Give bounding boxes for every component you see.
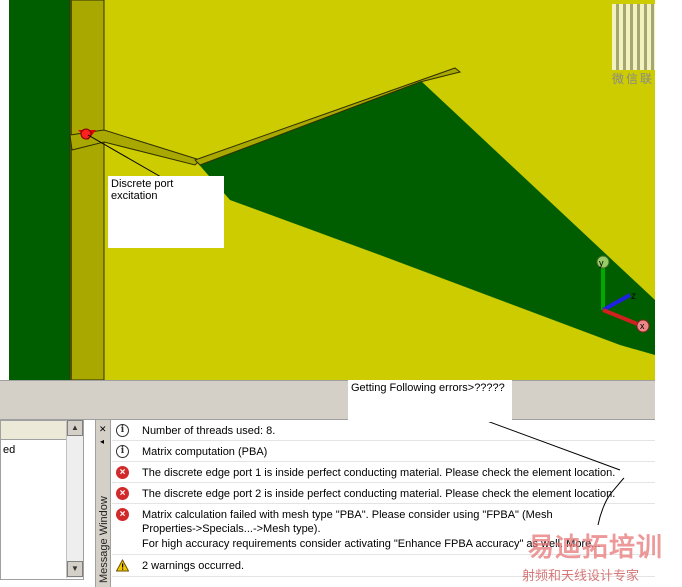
annotation-errors: Getting Following errors>????? [348,380,512,422]
left-gutter [0,0,9,380]
ground-plane-left [9,0,70,380]
scroll-up-icon[interactable]: ▲ [67,420,83,436]
message-text: Matrix computation (PBA) [142,446,268,458]
scroll-down-icon[interactable]: ▼ [67,561,83,577]
panel-splitter[interactable] [0,380,655,420]
model-canvas[interactable]: y z x [0,0,682,380]
message-window-titlebar[interactable]: ✕ ◂ Message Window [95,420,111,587]
list-item[interactable]: i Number of threads used: 8. [112,420,655,441]
annotation-port-text: Discrete port excitation [111,178,174,202]
info-icon: i [116,424,129,437]
axis-x-label: x [640,321,645,331]
watermark-bottom-text: 射频和天线设计专家 [522,569,640,584]
list-item[interactable]: × The discrete edge port 2 is inside per… [112,483,655,504]
message-window-title: Message Window [98,496,110,583]
annotation-errors-text: Getting Following errors>????? [351,382,505,394]
list-item[interactable]: i Matrix computation (PBA) [112,441,655,462]
vertical-trace [69,0,105,380]
warning-icon [115,558,130,572]
axis-z-label: z [631,291,636,302]
annotation-port-excitation: Discrete port excitation [108,176,224,248]
list-item[interactable]: × The discrete edge port 1 is inside per… [112,462,655,483]
error-icon: × [116,508,129,521]
error-icon: × [116,466,129,479]
watermark-logo: 易迪拓培训 [528,533,664,563]
3d-viewport[interactable]: y z x 微信联系 Discrete port excitation [0,0,682,380]
right-margin [655,0,682,587]
tree-scrollbar[interactable]: ▲ ▼ [66,420,83,578]
axis-y-label: y [599,258,604,268]
info-icon: i [116,445,129,458]
message-text: The discrete edge port 1 is inside perfe… [142,467,616,479]
message-text: Matrix calculation failed with mesh type… [142,509,553,535]
message-text: Number of threads used: 8. [142,425,276,437]
error-icon: × [116,487,129,500]
trace-edge [70,0,72,380]
close-icon[interactable]: ✕ [99,424,107,435]
port-excitation-icon [80,128,92,140]
message-text: The discrete edge port 2 is inside perfe… [142,488,616,500]
pin-icon[interactable]: ◂ [100,437,104,446]
